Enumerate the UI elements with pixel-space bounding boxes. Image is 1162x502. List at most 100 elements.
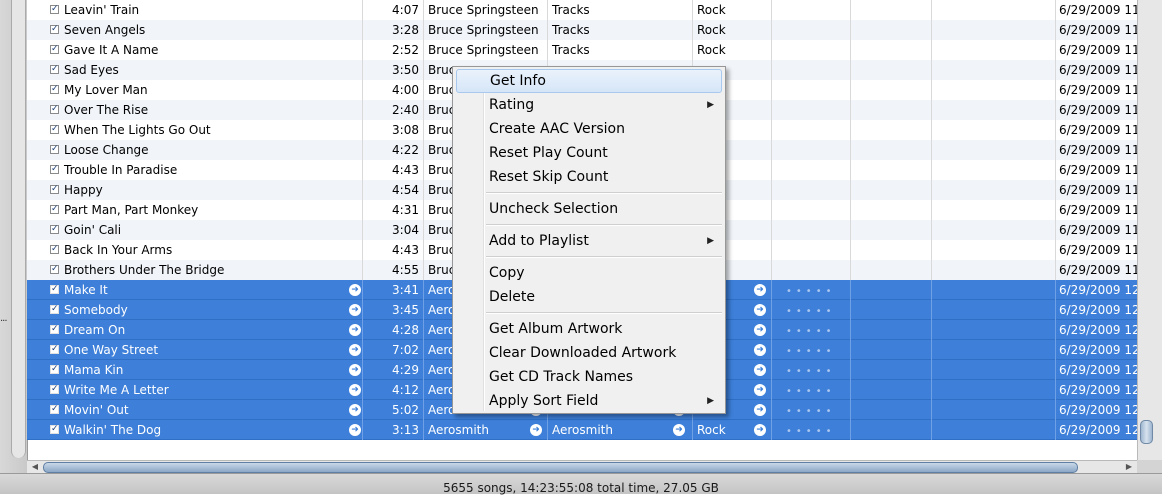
rating-dots[interactable]: ••••• xyxy=(776,326,836,337)
track-column xyxy=(932,100,1056,120)
track-time: 5:02 xyxy=(363,400,424,420)
track-date-added: 6/29/2009 12 xyxy=(1059,423,1137,437)
scroll-right-arrow-icon[interactable]: ▶ xyxy=(1124,462,1134,472)
menu-item-label: Clear Downloaded Artwork xyxy=(489,345,677,361)
menu-item-reset-play-count[interactable]: Reset Play Count xyxy=(456,141,722,165)
rating-dots[interactable]: ••••• xyxy=(776,346,836,357)
track-column xyxy=(851,120,932,140)
track-column xyxy=(851,340,932,360)
track-name: Happy xyxy=(27,180,363,200)
menu-item-delete[interactable]: Delete xyxy=(456,285,722,309)
track-column xyxy=(851,300,932,320)
track-rating: ••••• xyxy=(772,280,851,300)
track-column xyxy=(851,60,932,80)
menu-item-uncheck-selection[interactable]: Uncheck Selection xyxy=(456,197,722,221)
horizontal-scroll-thumb[interactable] xyxy=(43,462,1078,473)
track-name: Movin' Out xyxy=(27,400,363,420)
track-row[interactable]: ✓ Seven Angels 3:28 Bruce Springsteen Tracks… xyxy=(27,20,1137,40)
arrow-link-icon[interactable]: ➜ xyxy=(754,324,766,336)
track-genre: Rock xyxy=(693,0,772,20)
track-row[interactable]: ✓ Gave It A Name 2:52 Bruce Springsteen Trac… xyxy=(27,40,1137,60)
track-date-added: 6/29/2009 11 xyxy=(1059,83,1137,97)
arrow-link-icon[interactable]: ➜ xyxy=(754,344,766,356)
arrow-link-icon[interactable]: ➜ xyxy=(349,324,361,336)
menu-item-copy[interactable]: Copy xyxy=(456,261,722,285)
arrow-link-icon[interactable]: ➜ xyxy=(349,384,361,396)
menu-item-create-aac-version[interactable]: Create AAC Version xyxy=(456,117,722,141)
menu-item-add-to-playlist[interactable]: Add to Playlist ▶ xyxy=(456,229,722,253)
track-date-added: 6/29/2009 12 xyxy=(1059,283,1137,297)
vertical-scrollbar[interactable] xyxy=(1137,0,1162,460)
track-name: One Way Street xyxy=(27,340,363,360)
track-row[interactable]: ✓ Leavin' Train 4:07 Bruce Springsteen Track… xyxy=(27,0,1137,20)
menu-item-get-album-artwork[interactable]: Get Album Artwork xyxy=(456,317,722,341)
track-date-added: 6/29/2009 12 xyxy=(1059,303,1137,317)
track-rating xyxy=(772,20,851,40)
track-time: 3:45 xyxy=(363,300,424,320)
track-rating xyxy=(772,260,851,280)
menu-item-apply-sort-field[interactable]: Apply Sort Field ▶ xyxy=(456,389,722,413)
track-name: Somebody xyxy=(27,300,363,320)
track-date-added: 6/29/2009 11 xyxy=(1059,103,1137,117)
track-time: 4:55 xyxy=(363,260,424,280)
track-time: 3:50 xyxy=(363,60,424,80)
track-column xyxy=(851,240,932,260)
arrow-link-icon[interactable]: ➜ xyxy=(349,304,361,316)
horizontal-scrollbar[interactable]: ◀ ▶ xyxy=(27,460,1137,473)
track-name: My Lover Man xyxy=(27,80,363,100)
track-name: Gave It A Name xyxy=(27,40,363,60)
arrow-link-icon[interactable]: ➜ xyxy=(754,384,766,396)
arrow-link-icon[interactable]: ➜ xyxy=(349,404,361,416)
track-rating xyxy=(772,220,851,240)
track-column xyxy=(932,0,1056,20)
arrow-link-icon[interactable]: ➜ xyxy=(754,364,766,376)
track-name: Dream On xyxy=(27,320,363,340)
track-rating xyxy=(772,60,851,80)
arrow-link-icon[interactable]: ➜ xyxy=(673,424,685,436)
track-column xyxy=(932,400,1056,420)
track-time: 4:29 xyxy=(363,360,424,380)
source-pane-scrollbar[interactable] xyxy=(11,0,26,458)
track-time: 4:54 xyxy=(363,180,424,200)
rating-dots[interactable]: ••••• xyxy=(776,306,836,317)
arrow-link-icon[interactable]: ➜ xyxy=(754,404,766,416)
track-name: Goin' Cali xyxy=(27,220,363,240)
arrow-link-icon[interactable]: ➜ xyxy=(754,304,766,316)
menu-separator xyxy=(486,312,722,314)
menu-item-rating[interactable]: Rating ▶ xyxy=(456,93,722,117)
arrow-link-icon[interactable]: ➜ xyxy=(349,284,361,296)
rating-dots[interactable]: ••••• xyxy=(776,366,836,377)
arrow-link-icon[interactable]: ➜ xyxy=(349,344,361,356)
track-column xyxy=(932,260,1056,280)
rating-dots[interactable]: ••••• xyxy=(776,406,836,417)
track-rating xyxy=(772,0,851,20)
menu-item-reset-skip-count[interactable]: Reset Skip Count xyxy=(456,165,722,189)
library-summary: 5655 songs, 14:23:55:08 total time, 27.0… xyxy=(443,481,719,495)
track-date-added: 6/29/2009 11 xyxy=(1059,143,1137,157)
track-name: Over The Rise xyxy=(27,100,363,120)
track-date-added: 6/29/2009 11 xyxy=(1059,203,1137,217)
track-row[interactable]: ✓ Walkin' The Dog 3:13 Aerosmith Aerosmith Ro… xyxy=(27,420,1137,440)
arrow-link-icon[interactable]: ➜ xyxy=(754,424,766,436)
track-column xyxy=(851,160,932,180)
track-rating xyxy=(772,140,851,160)
menu-item-clear-downloaded-artwork[interactable]: Clear Downloaded Artwork xyxy=(456,341,722,365)
track-column xyxy=(932,220,1056,240)
scroll-left-arrow-icon[interactable]: ◀ xyxy=(30,462,40,472)
rating-dots[interactable]: ••••• xyxy=(776,386,836,397)
menu-separator xyxy=(486,256,722,258)
rating-dots[interactable]: ••••• xyxy=(776,286,836,297)
vertical-scroll-thumb[interactable] xyxy=(1140,420,1153,444)
track-date-added: 6/29/2009 12 xyxy=(1059,363,1137,377)
arrow-link-icon[interactable]: ➜ xyxy=(349,424,361,436)
arrow-link-icon[interactable]: ➜ xyxy=(530,424,542,436)
menu-item-get-info[interactable]: Get Info xyxy=(456,69,722,93)
arrow-link-icon[interactable]: ➜ xyxy=(754,284,766,296)
track-artist: Bruce Springsteen xyxy=(424,20,548,40)
menu-item-get-cd-track-names[interactable]: Get CD Track Names xyxy=(456,365,722,389)
menu-item-label: Reset Skip Count xyxy=(489,169,609,185)
rating-dots[interactable]: ••••• xyxy=(776,426,836,437)
arrow-link-icon[interactable]: ➜ xyxy=(349,364,361,376)
track-name: Part Man, Part Monkey xyxy=(27,200,363,220)
track-time: 3:04 xyxy=(363,220,424,240)
